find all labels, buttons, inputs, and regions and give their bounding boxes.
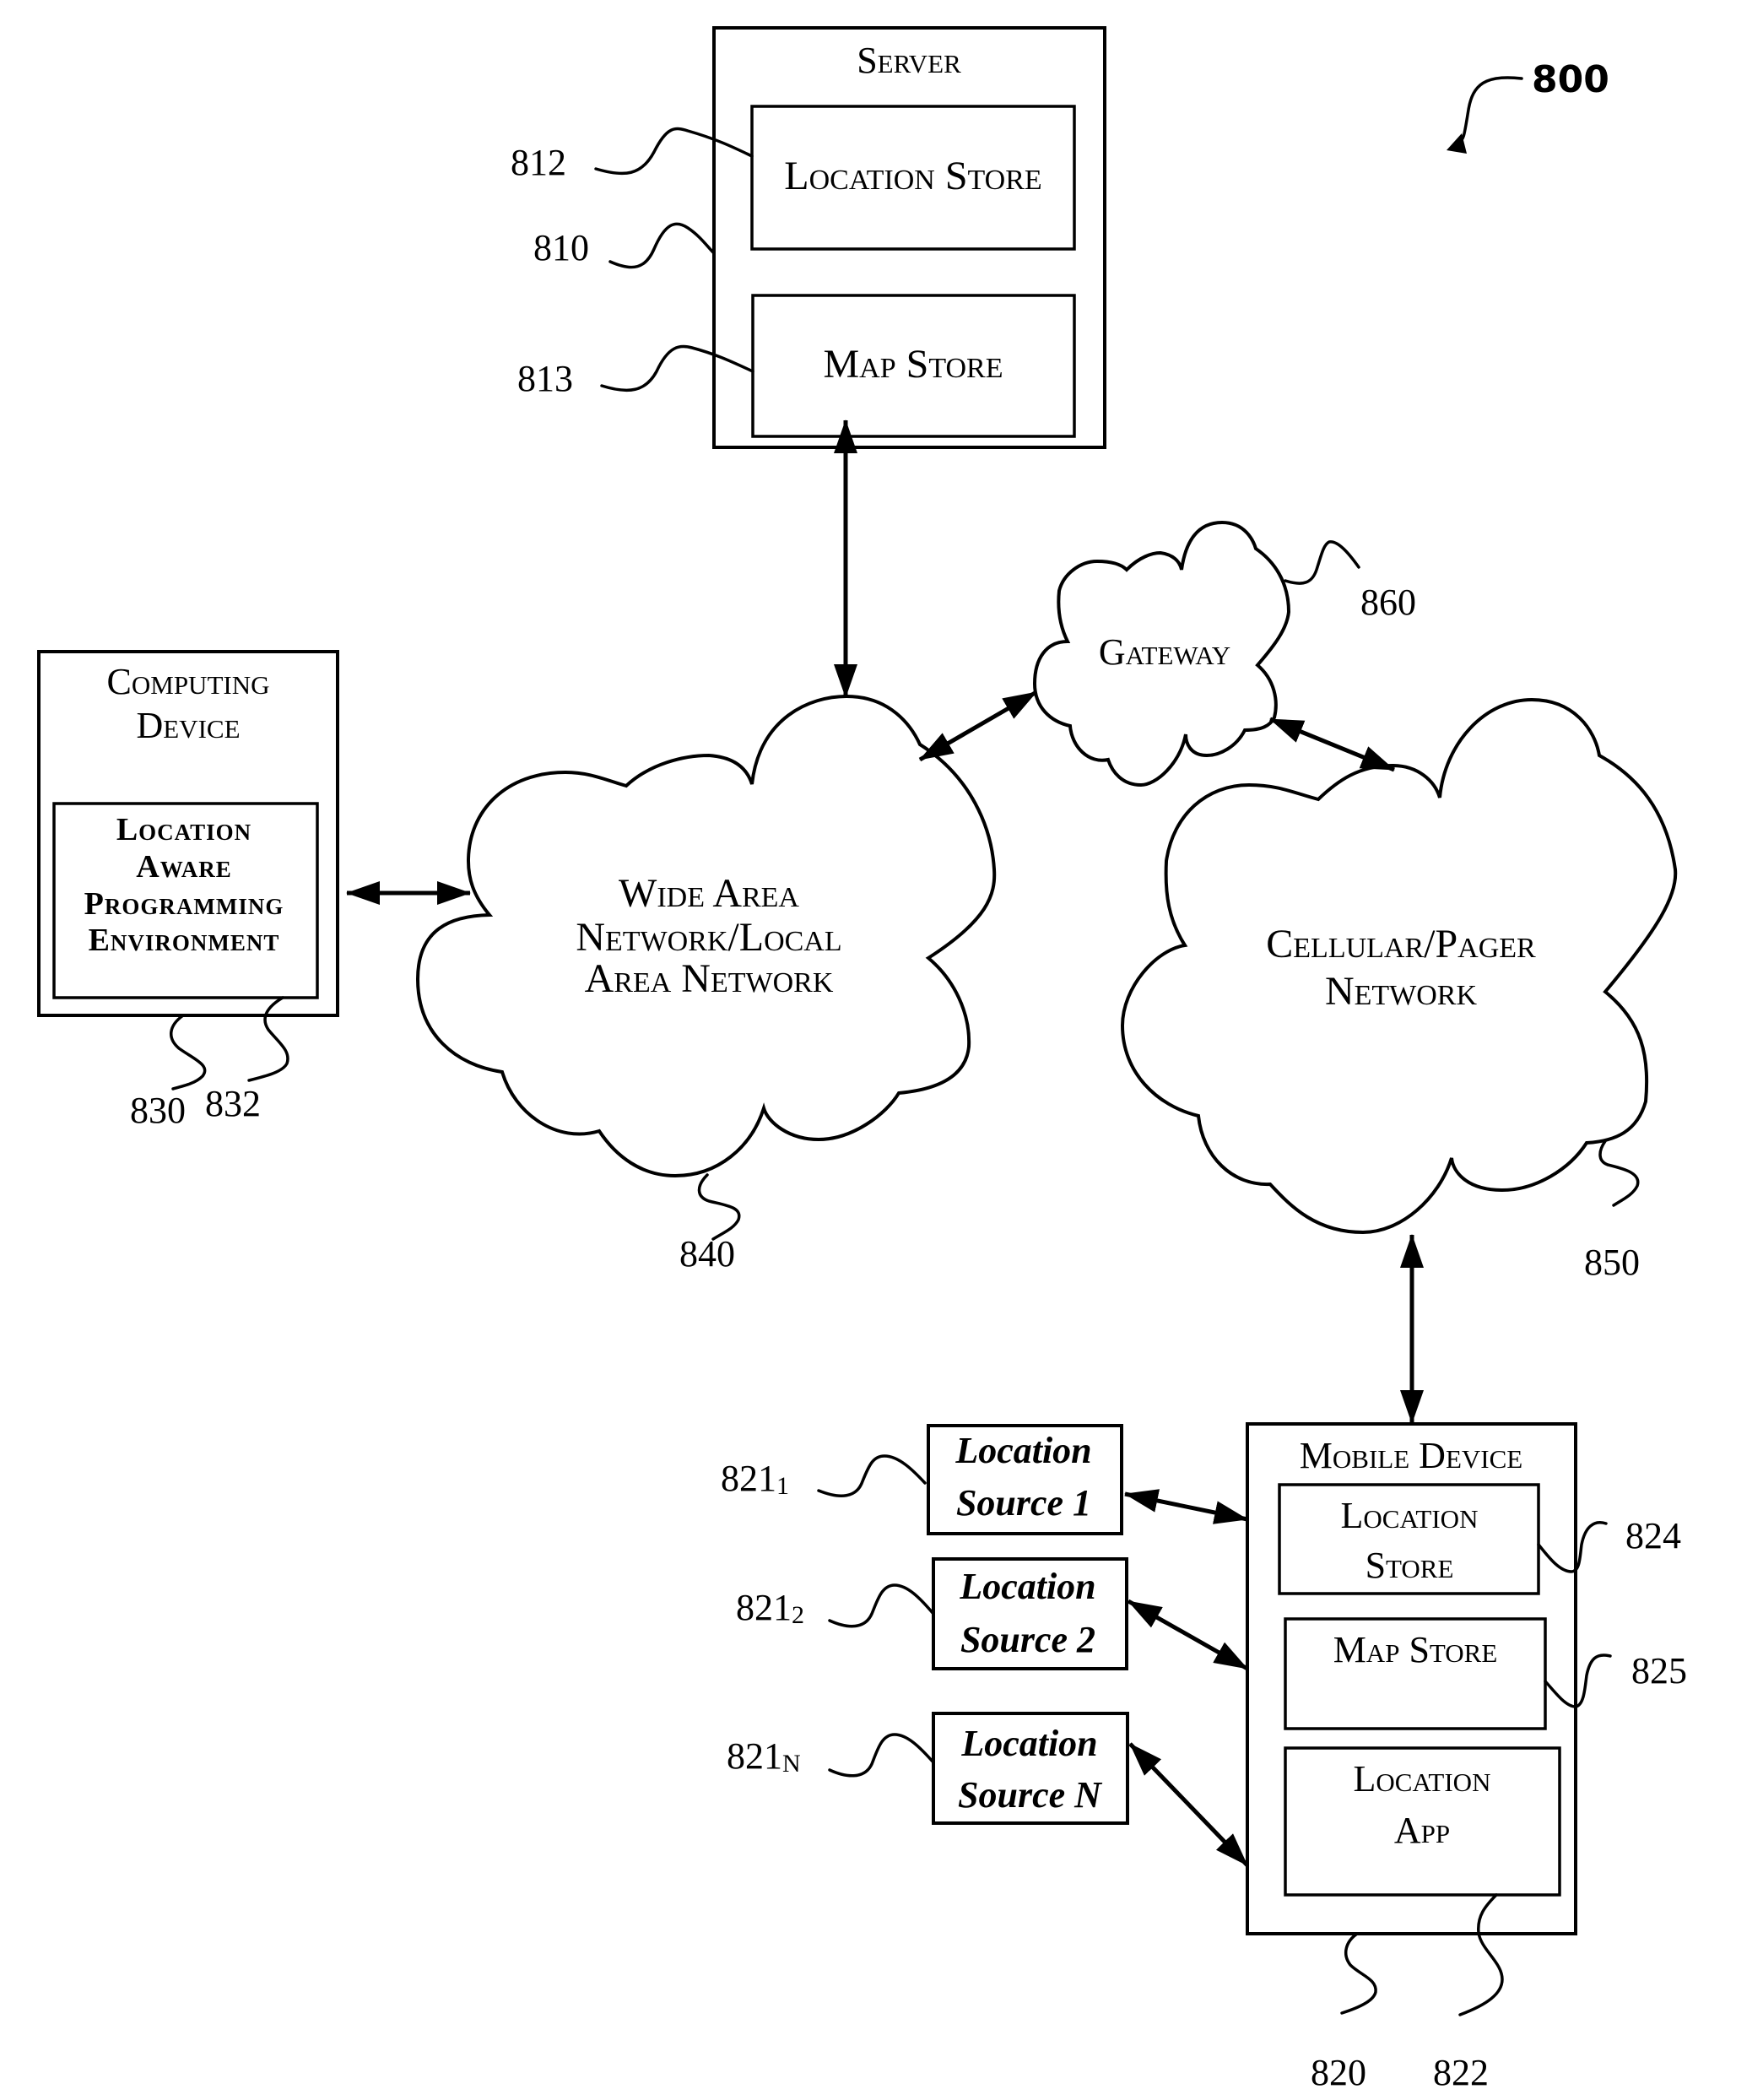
ref-850: 850 [1584,1242,1640,1283]
ref-830: 830 [130,1090,186,1131]
programming-environment-line4: Environment [89,923,280,958]
wan-label-line2: Network/Local [576,915,841,960]
ref-821-n: 821N [727,1735,801,1778]
location-source-1: Location Source 1 8211 [721,1424,1123,1535]
location-source-2: Location Source 2 8212 [736,1557,1128,1670]
source2-mobile-connector [1127,1599,1249,1671]
wan-cloud: Wide Area Network/Local Area Network 840 [415,694,997,1275]
programming-environment-line1: Location [116,812,251,847]
location-source-n-line2: Source N [958,1774,1103,1816]
location-source-2-line1: Location [959,1566,1095,1607]
ref-810: 810 [533,227,589,268]
ref-812: 812 [511,142,566,183]
ref-824: 824 [1625,1515,1681,1556]
cellular-label-line2: Network [1325,969,1478,1014]
server-location-store-label: Location Store [784,154,1041,198]
lead-810 [608,222,716,269]
lead-850 [1598,1139,1640,1207]
cellular-label-line1: Cellular/Pager [1266,922,1536,966]
ref-825: 825 [1631,1650,1687,1691]
ref-840: 840 [679,1233,735,1275]
location-source-n-line1: Location [960,1723,1097,1764]
computing-device: Computing Device Location Aware Programm… [37,650,339,1131]
figure-number-arrow [1457,76,1523,145]
lead-821-1 [817,1454,927,1497]
figure-number: 800 [1447,58,1609,154]
computing-device-title-line1: Computing [107,661,270,702]
ref-822: 822 [1433,2052,1489,2093]
figure-number-label: 800 [1532,58,1609,101]
lead-860 [1284,540,1360,585]
lead-821-2 [828,1583,935,1628]
gateway-cellular-connector [1269,717,1395,772]
sourcen-mobile-connector [1128,1742,1249,1867]
lead-830 [170,1014,207,1091]
wan-gateway-connector [918,690,1038,762]
mobile-location-store-line2: Store [1366,1545,1454,1586]
server-map-store-label: Map Store [824,342,1003,387]
lead-821-n [828,1733,935,1778]
location-source-n: Location Source N 821N [727,1712,1129,1825]
server-title: Server [857,40,961,81]
lead-840 [697,1173,741,1241]
mobile-device-title: Mobile Device [1300,1435,1522,1476]
ref-813: 813 [517,358,573,399]
location-source-1-line1: Location [955,1430,1091,1471]
network-diagram: 800 Server Location Store Map Store 812 … [37,26,1687,2093]
ref-860: 860 [1360,582,1416,623]
ref-832: 832 [205,1083,261,1124]
programming-environment-line2: Aware [136,849,231,885]
mobile-device: Mobile Device Location Store Map Store L… [1246,1422,1687,2093]
computing-device-title-line2: Device [136,705,240,746]
mobile-location-app-line1: Location [1354,1758,1491,1800]
cellular-cloud: Cellular/Pager Network 850 [1120,697,1678,1283]
gateway-cloud: Gateway 860 [1032,520,1416,788]
source1-mobile-connector [1124,1489,1248,1524]
gateway-label: Gateway [1099,631,1230,673]
location-source-2-line2: Source 2 [960,1619,1095,1660]
lead-820 [1340,1932,1377,2015]
ref-821-1: 8211 [721,1458,789,1500]
programming-environment-line3: Programming [84,886,284,922]
server: Server Location Store Map Store 812 810 … [511,26,1106,449]
mobile-map-store-label: Map Store [1333,1629,1498,1670]
ref-820: 820 [1311,2052,1366,2093]
mobile-location-app-line2: App [1394,1810,1450,1851]
wan-label-line3: Area Network [585,956,834,1001]
location-source-1-line2: Source 1 [956,1482,1091,1524]
ref-821-2: 8212 [736,1587,804,1629]
mobile-location-store-line1: Location [1341,1495,1479,1536]
wan-label-line1: Wide Area [619,871,799,916]
